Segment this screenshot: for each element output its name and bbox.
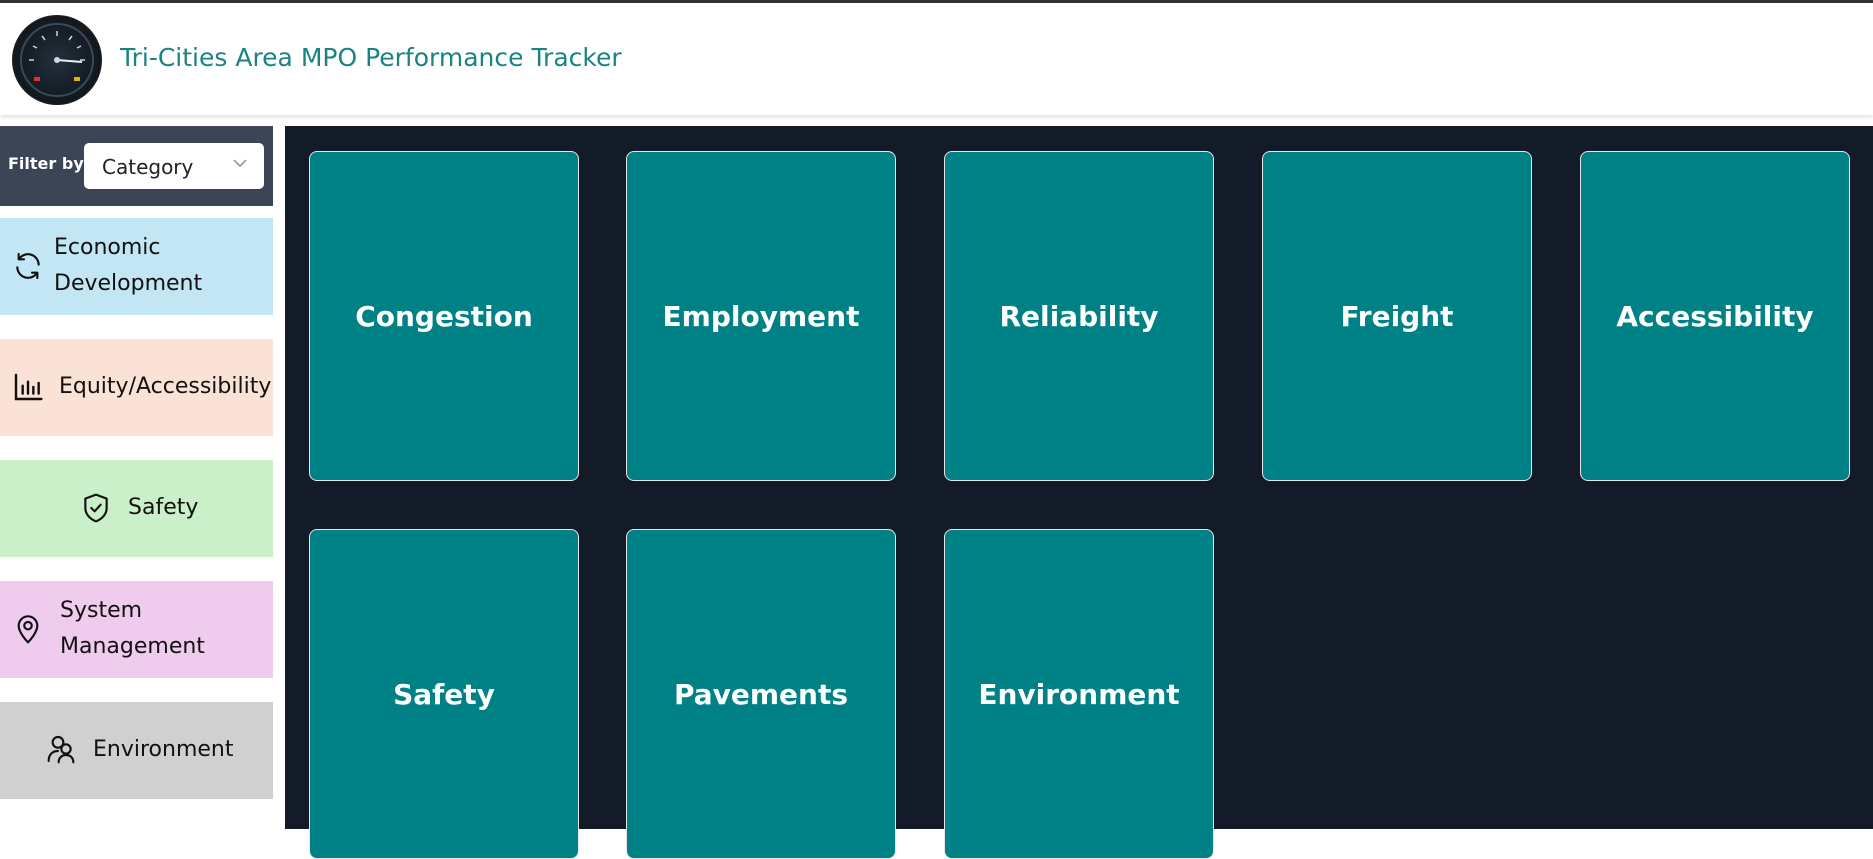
tile-label: Employment: [662, 299, 860, 333]
bar-chart-icon: [14, 373, 43, 401]
tile-label: Environment: [978, 677, 1180, 711]
sidebar-item-label: Environment: [93, 737, 234, 762]
page-title: Tri-Cities Area MPO Performance Tracker: [120, 43, 622, 72]
sidebar-item-label: Equity/Accessibility: [59, 374, 272, 399]
tile-congestion[interactable]: Congestion: [309, 151, 579, 481]
sidebar-item-safety[interactable]: Safety: [0, 460, 273, 557]
tile-safety[interactable]: Safety: [309, 529, 579, 859]
sidebar-item-label: System Management: [60, 598, 205, 659]
chevron-down-icon: [233, 159, 247, 167]
speedometer-gauge-icon[interactable]: [12, 15, 102, 105]
shield-check-icon: [84, 493, 108, 523]
tile-label: Reliability: [999, 299, 1159, 333]
tile-label: Congestion: [355, 299, 533, 333]
sidebar-item-label: Safety: [128, 495, 199, 520]
sidebar: Filter by: Category Economic Development…: [0, 126, 273, 829]
tile-label: Freight: [1340, 299, 1454, 333]
filter-selected-value: Category: [102, 155, 194, 179]
refresh-icon: [16, 252, 40, 280]
tile-label: Safety: [393, 677, 495, 711]
sidebar-item-equity-accessibility[interactable]: Equity/Accessibility: [0, 339, 273, 436]
sidebar-item-economic-development[interactable]: Economic Development: [0, 218, 273, 315]
filter-label: Filter by:: [8, 154, 91, 173]
sidebar-item-label: Economic Development: [54, 235, 203, 296]
tile-freight[interactable]: Freight: [1262, 151, 1532, 481]
tile-label: Accessibility: [1616, 299, 1814, 333]
tile-accessibility[interactable]: Accessibility: [1580, 151, 1850, 481]
map-pin-icon: [17, 615, 39, 644]
tile-label: Pavements: [673, 677, 849, 711]
users-icon: [47, 735, 75, 764]
tile-reliability[interactable]: Reliability: [944, 151, 1214, 481]
tile-employment[interactable]: Employment: [626, 151, 896, 481]
sidebar-item-system-management[interactable]: System Management: [0, 581, 273, 678]
tile-environment[interactable]: Environment: [944, 529, 1214, 859]
metrics-grid: Congestion Employment Reliability Freigh…: [285, 126, 1873, 859]
app-header: Tri-Cities Area MPO Performance Tracker: [0, 3, 1873, 115]
filter-bar: Filter by: Category: [0, 126, 273, 206]
filter-dropdown[interactable]: Category: [84, 143, 264, 189]
tile-pavements[interactable]: Pavements: [626, 529, 896, 859]
sidebar-item-environment[interactable]: Environment: [0, 702, 273, 799]
